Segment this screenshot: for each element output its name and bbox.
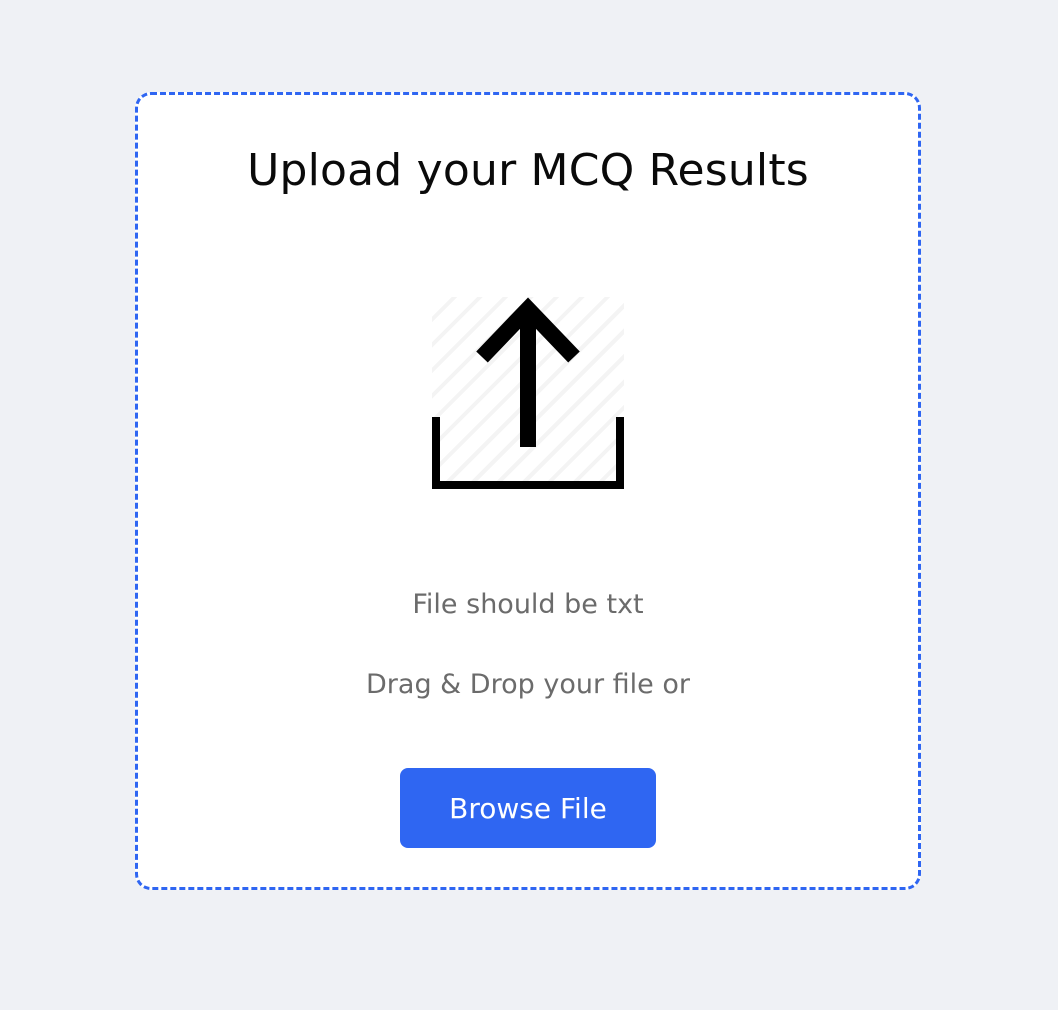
browse-file-button[interactable]: Browse File <box>400 768 656 848</box>
upload-title: Upload your MCQ Results <box>247 145 809 196</box>
file-format-hint: File should be txt <box>412 589 644 620</box>
page: Upload your MCQ Results File should be t… <box>0 0 1058 1010</box>
drag-drop-hint: Drag & Drop your file or <box>366 669 690 700</box>
upload-dropzone[interactable]: Upload your MCQ Results File should be t… <box>135 92 921 890</box>
upload-icon <box>432 297 624 489</box>
